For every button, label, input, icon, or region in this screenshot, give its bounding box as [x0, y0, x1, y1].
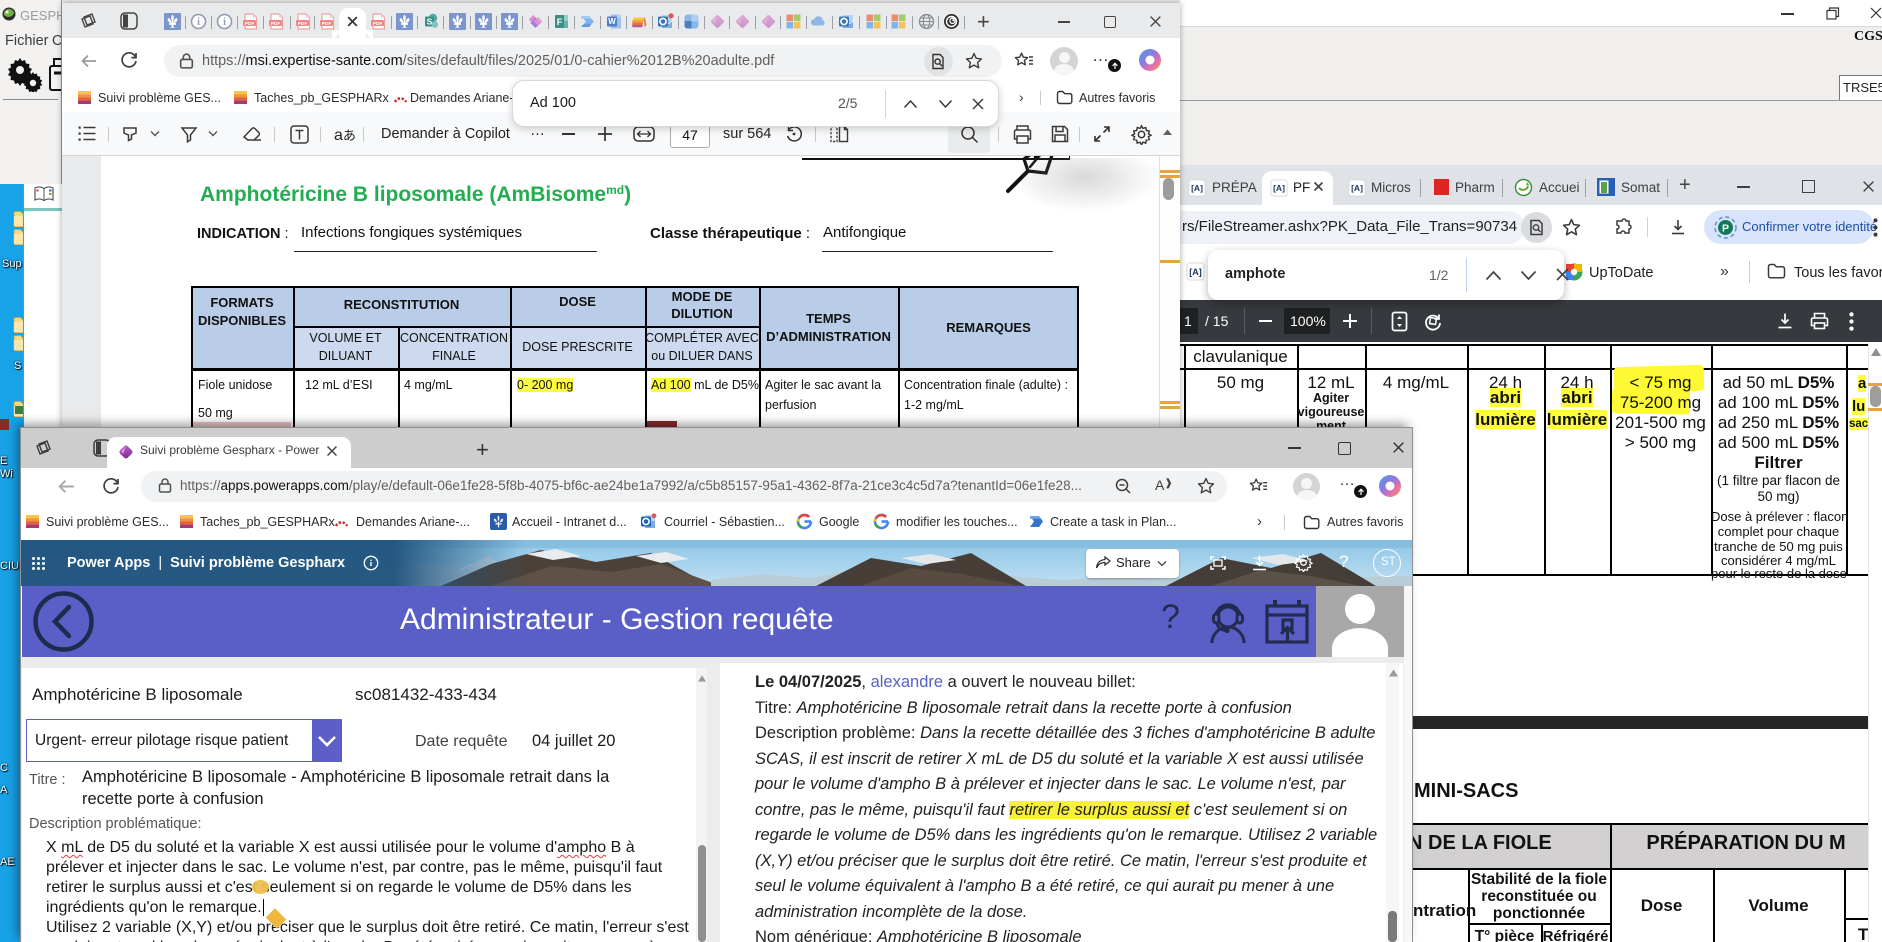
svg-text:PDF: PDF	[244, 21, 254, 27]
svg-text:[A]: [A]	[1351, 183, 1363, 193]
svg-text:W: W	[608, 17, 616, 26]
svg-text:PDF: PDF	[372, 21, 382, 27]
svg-text:P: P	[1722, 223, 1729, 235]
svg-text:F: F	[556, 17, 562, 27]
svg-text:PDF: PDF	[270, 21, 280, 27]
svg-text:[A]: [A]	[1191, 183, 1203, 193]
svg-text:[A]: [A]	[1189, 267, 1202, 277]
svg-text:i: i	[223, 17, 226, 28]
svg-text:[A]: [A]	[1273, 183, 1285, 193]
svg-text:PDF: PDF	[321, 21, 331, 27]
svg-text:i: i	[197, 17, 200, 28]
svg-text:PDF: PDF	[297, 21, 307, 27]
